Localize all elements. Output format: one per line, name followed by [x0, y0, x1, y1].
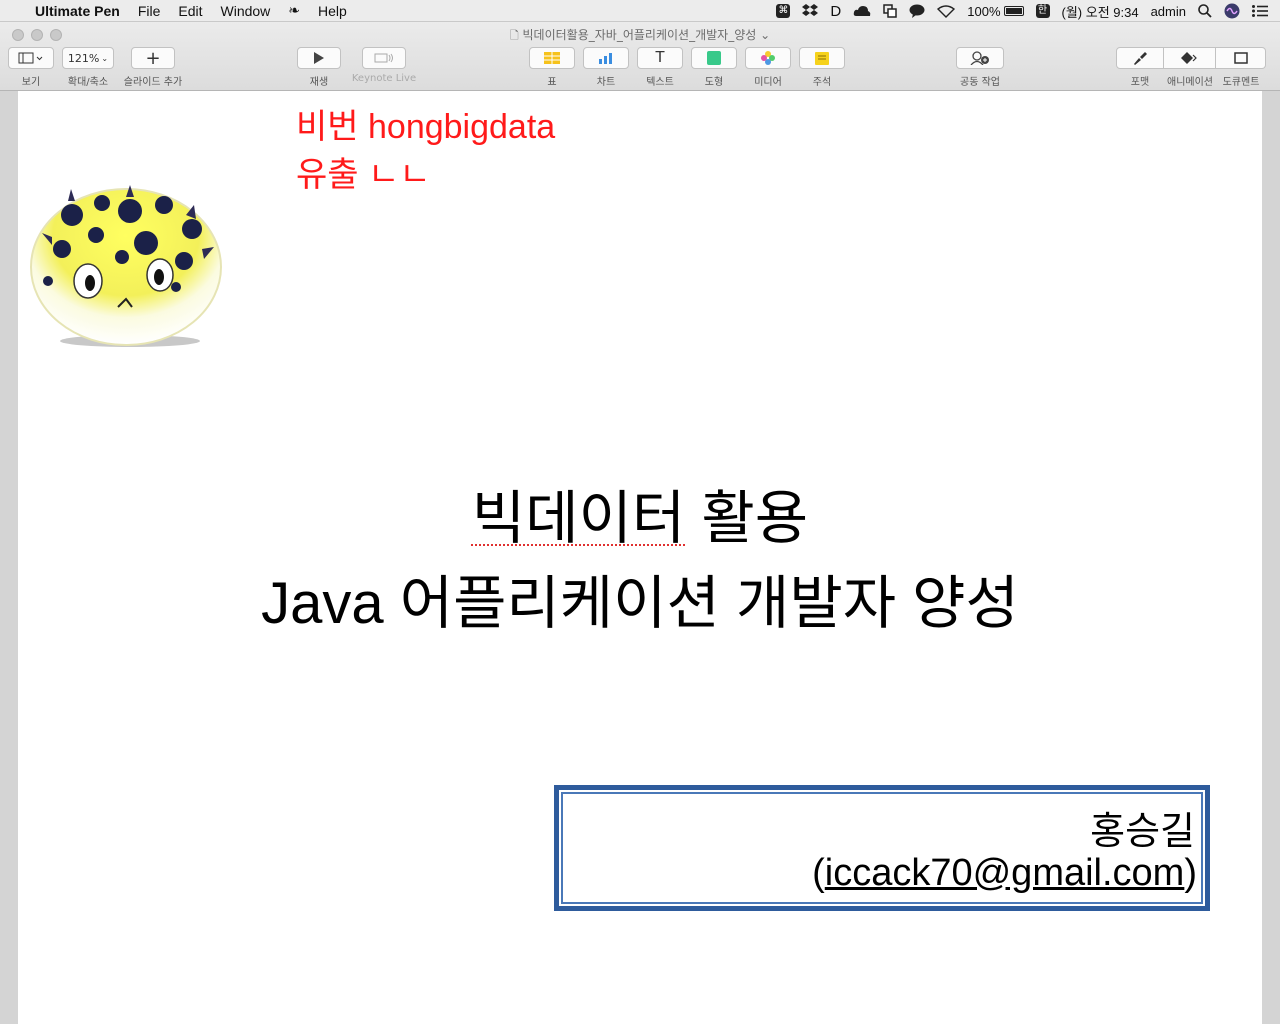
script-menu-icon[interactable]: ❧: [279, 2, 309, 19]
menu-help[interactable]: Help: [309, 3, 356, 19]
animate-button[interactable]: 애니메이션: [1164, 47, 1216, 88]
chart-button[interactable]: 차트: [583, 47, 629, 88]
table-button[interactable]: 표: [529, 47, 575, 88]
diamond-icon: [1180, 52, 1197, 64]
battery-percent: 100%: [967, 3, 1001, 19]
play-button[interactable]: 재생: [296, 47, 342, 88]
keynote-live-icon: [374, 53, 393, 63]
plus-icon: +: [145, 47, 161, 69]
battery-icon: [1003, 6, 1024, 16]
chat-icon[interactable]: [903, 4, 931, 18]
window-toolbar: 🗋 빅데이터활용_자바_어플리케이션_개발자_양성 ⌄ 보기 121% ⌄ 확대…: [0, 22, 1280, 91]
add-slide-button[interactable]: + 슬라이드 추가: [122, 47, 184, 88]
bar-chart-icon: [599, 53, 612, 64]
menu-app-name[interactable]: Ultimate Pen: [26, 3, 129, 19]
menu-file[interactable]: File: [129, 3, 170, 19]
document-icon: 🗋: [509, 29, 519, 42]
email-link[interactable]: iccack70@gmail.com: [825, 852, 1185, 894]
clock[interactable]: (월) 오전 9:34: [1056, 2, 1145, 21]
red-annotation-text[interactable]: 비번 hongbigdata 유출 ㄴㄴ: [296, 103, 555, 199]
author-box[interactable]: 홍승길 (iccack70@gmail.com): [554, 785, 1210, 911]
dropbox-icon[interactable]: [796, 4, 824, 18]
add-person-icon: [970, 51, 989, 65]
shape-button[interactable]: 도형: [691, 47, 737, 88]
collaborate-button[interactable]: 공동 작업: [954, 47, 1006, 88]
spotlight-search-icon[interactable]: [1192, 4, 1218, 18]
format-button[interactable]: 포맷: [1116, 47, 1164, 88]
comment-button[interactable]: 주석: [799, 47, 845, 88]
title-word-bigdata: 빅데이터: [471, 486, 686, 551]
title-word-usage: 활용: [701, 486, 809, 551]
text-button[interactable]: T 텍스트: [637, 47, 683, 88]
annotation-line-2: 유출 ㄴㄴ: [296, 156, 431, 194]
zoom-value: 121%: [67, 51, 100, 65]
siri-icon[interactable]: [1218, 3, 1246, 19]
media-button[interactable]: 미디어: [745, 47, 791, 88]
paintbrush-icon: [1134, 52, 1147, 65]
play-icon: [314, 52, 324, 64]
keynote-live-button[interactable]: Keynote Live: [348, 47, 420, 84]
slide-canvas[interactable]: 비번 hongbigdata 유출 ㄴㄴ 빅데이터 활용 Java 어플리케이션…: [0, 91, 1280, 1024]
zoom-select[interactable]: 121% ⌄ 확대/축소: [62, 47, 114, 88]
photos-icon: [761, 51, 775, 65]
annotation-line-1: 비번 hongbigdata: [296, 108, 556, 146]
menu-bar: Ultimate Pen File Edit Window ❧ Help ⌘ D…: [0, 0, 1280, 22]
menu-window[interactable]: Window: [212, 3, 280, 19]
document-title[interactable]: 🗋 빅데이터활용_자바_어플리케이션_개발자_양성 ⌄: [0, 26, 1280, 46]
input-method[interactable]: 한: [1030, 4, 1056, 18]
author-email: (iccack70@gmail.com): [812, 852, 1197, 894]
command-icon[interactable]: ⌘: [770, 4, 796, 18]
d-app-icon[interactable]: D: [824, 3, 847, 20]
document-panel-icon: [1233, 52, 1248, 64]
status-area: ⌘ D 100% 한 (월) 오전 9:34 admin: [770, 0, 1280, 22]
shape-icon: [707, 51, 721, 65]
view-button[interactable]: 보기: [8, 47, 54, 88]
cloud-app-icon[interactable]: [847, 5, 877, 17]
slide-subtitle[interactable]: Java 어플리케이션 개발자 양성: [18, 556, 1262, 640]
battery-indicator[interactable]: 100%: [961, 4, 1029, 19]
user-menu[interactable]: admin: [1145, 4, 1192, 19]
wifi-icon[interactable]: [931, 4, 961, 18]
slide[interactable]: 비번 hongbigdata 유출 ㄴㄴ 빅데이터 활용 Java 어플리케이션…: [18, 91, 1262, 1024]
table-icon: [544, 52, 560, 64]
window-app-icon[interactable]: [877, 4, 903, 18]
document-button[interactable]: 도큐멘트: [1216, 47, 1266, 88]
text-icon: T: [655, 49, 665, 66]
slide-title[interactable]: 빅데이터 활용: [18, 471, 1262, 555]
pufferfish-image[interactable]: [26, 177, 226, 353]
menu-edit[interactable]: Edit: [169, 3, 211, 19]
notification-center-icon[interactable]: [1246, 5, 1280, 17]
author-name: 홍승길: [1090, 809, 1195, 853]
sidebar-icon: [18, 52, 43, 64]
chevron-down-icon: ⌄: [101, 53, 109, 63]
comment-icon: [815, 51, 829, 65]
